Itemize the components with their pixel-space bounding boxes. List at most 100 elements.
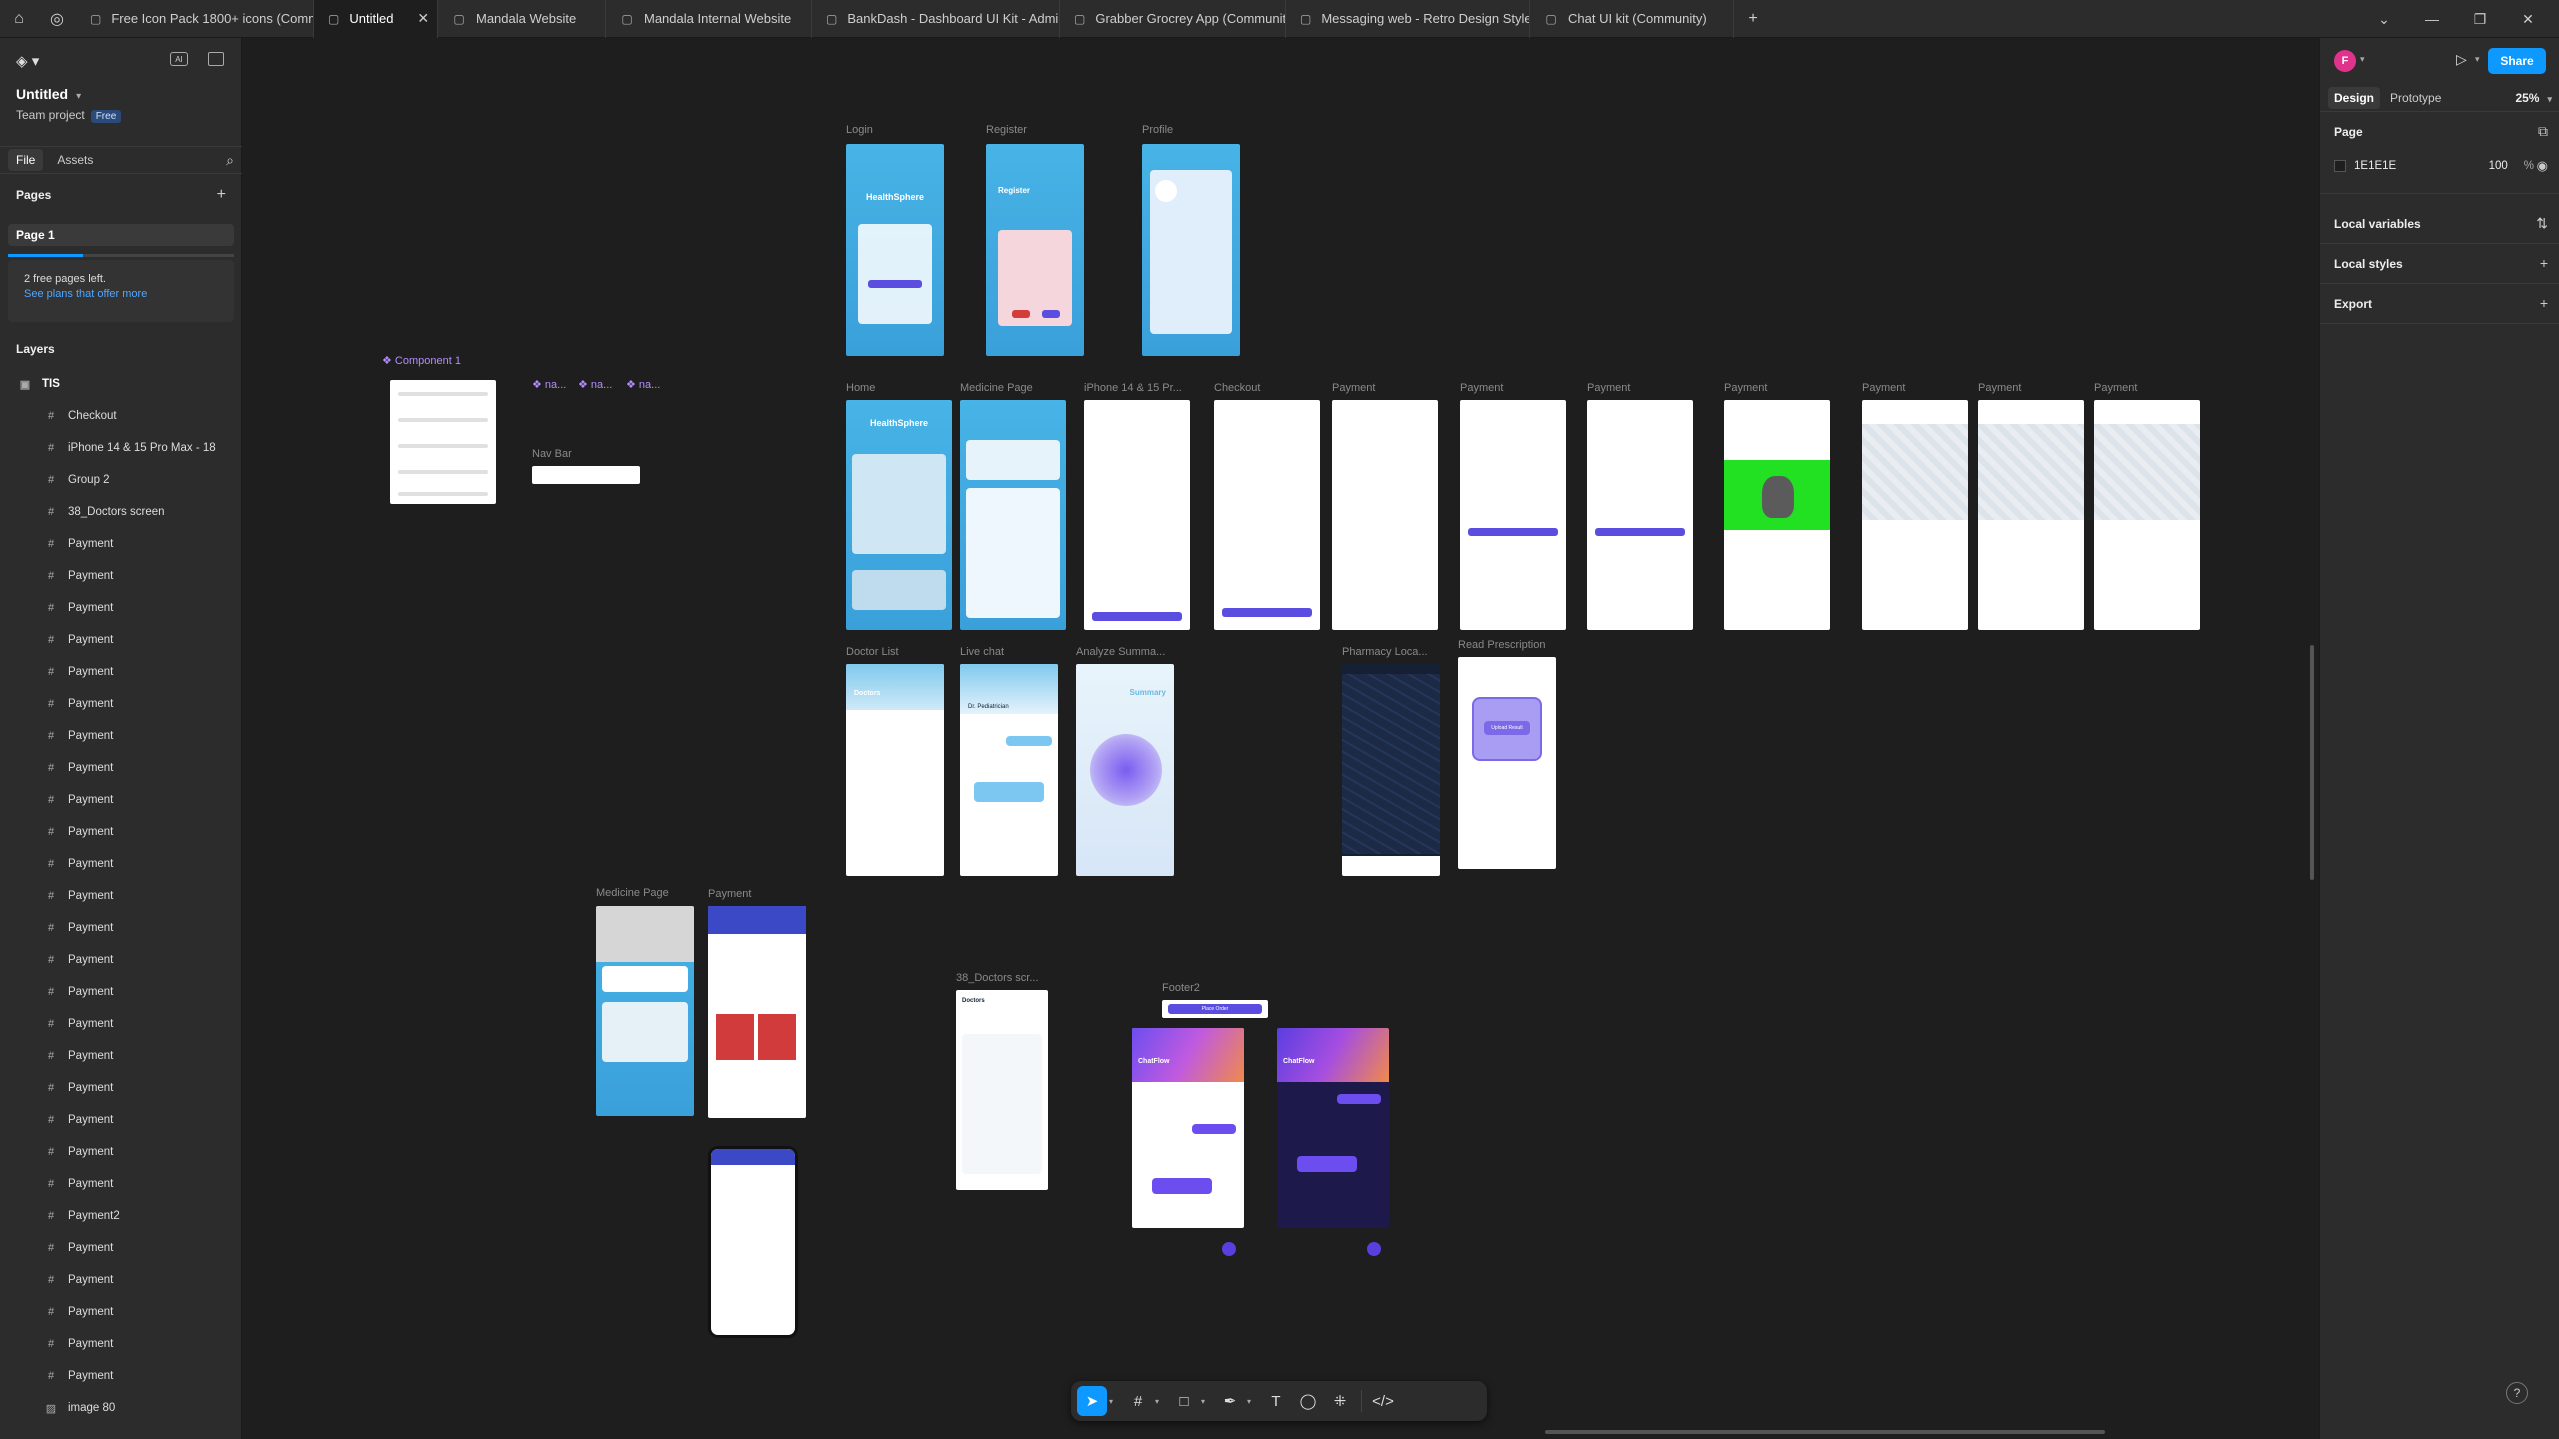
frame-label-na1[interactable]: ❖ na...: [532, 378, 566, 391]
frame-payment[interactable]: [1587, 400, 1693, 630]
frame-profile[interactable]: [1142, 144, 1240, 356]
layer-item[interactable]: # Payment: [0, 976, 242, 1008]
layer-item[interactable]: # Payment: [0, 816, 242, 848]
layer-item[interactable]: # Payment: [0, 1072, 242, 1104]
horizontal-scrollbar[interactable]: [1545, 1430, 2105, 1434]
frame-payment[interactable]: [1332, 400, 1438, 630]
layer-item[interactable]: # Checkout: [0, 400, 242, 432]
help-icon[interactable]: ?: [2506, 1382, 2528, 1404]
globe-icon[interactable]: ◎: [38, 0, 76, 38]
layer-item[interactable]: # Group 2: [0, 464, 242, 496]
layer-item[interactable]: #38_Doctors screen: [0, 496, 242, 528]
frame-label-component1[interactable]: ❖ Component 1: [382, 354, 461, 367]
frame-label-medicine[interactable]: Medicine Page: [960, 382, 1033, 394]
frame-chatflow-dark[interactable]: ChatFlow: [1277, 1028, 1389, 1228]
frame-payment-map[interactable]: [1978, 400, 2084, 630]
export-section[interactable]: Export +: [2320, 284, 2559, 324]
frame-label-home[interactable]: Home: [846, 382, 875, 394]
frame-doctors-screen[interactable]: Doctors: [956, 990, 1048, 1190]
eye-icon[interactable]: ◉: [2537, 158, 2548, 174]
frame-label-checkout[interactable]: Checkout: [1214, 382, 1260, 394]
move-tool-icon[interactable]: ➤: [1077, 1386, 1107, 1416]
frame-label-payment[interactable]: Payment: [1332, 382, 1375, 394]
frame-label-payment[interactable]: Payment: [1724, 382, 1767, 394]
frame-label-pharmacy[interactable]: Pharmacy Loca...: [1342, 646, 1428, 658]
minimize-icon[interactable]: —: [2408, 0, 2456, 38]
frame-iphone[interactable]: [1084, 400, 1190, 630]
see-plans-link[interactable]: See plans that offer more: [24, 288, 147, 300]
local-styles-section[interactable]: Local styles +: [2320, 244, 2559, 284]
zoom-control[interactable]: 25% ▾: [2515, 91, 2552, 105]
frame-label-navbar[interactable]: Nav Bar: [532, 448, 572, 460]
navbar-frame[interactable]: [532, 466, 640, 484]
frame-label-live-chat[interactable]: Live chat: [960, 646, 1004, 658]
frame-payment-cat[interactable]: [1724, 400, 1830, 630]
toggle-sidebar-icon[interactable]: [208, 52, 224, 66]
frame-payment-map[interactable]: [2094, 400, 2200, 630]
frame-read-prescription[interactable]: Upload Result: [1458, 657, 1556, 869]
chatflow-fab[interactable]: [1222, 1242, 1236, 1256]
layer-item[interactable]: # iPhone 14 & 15 Pro Max - 18: [0, 432, 242, 464]
page-opacity-value[interactable]: 100: [2489, 160, 2508, 172]
frame-label-doctors-screen[interactable]: 38_Doctors scr...: [956, 972, 1039, 984]
chevron-down-icon[interactable]: ▾: [1155, 1397, 1167, 1406]
tab-design[interactable]: Design: [2328, 86, 2381, 109]
comment-tool-icon[interactable]: ◯: [1293, 1386, 1323, 1416]
resources-tool-icon[interactable]: ⁜: [1325, 1386, 1355, 1416]
layer-item[interactable]: # Payment: [0, 560, 242, 592]
maximize-icon[interactable]: ❐: [2456, 0, 2504, 38]
frame-label-na2[interactable]: ❖ na...: [578, 378, 612, 391]
layer-item[interactable]: # Payment: [0, 912, 242, 944]
file-title[interactable]: Untitled ▾: [16, 86, 81, 102]
layer-item[interactable]: # Payment: [0, 944, 242, 976]
frame-analyze[interactable]: Summary: [1076, 664, 1174, 876]
chevron-down-icon[interactable]: ▾: [1247, 1397, 1259, 1406]
frame-label-register[interactable]: Register: [986, 124, 1027, 136]
page-settings-icon[interactable]: ⧉: [2538, 123, 2548, 140]
frame-home[interactable]: HealthSphere: [846, 400, 952, 630]
frame-chatflow-light[interactable]: ChatFlow: [1132, 1028, 1244, 1228]
chevron-down-icon[interactable]: ▾: [1201, 1397, 1213, 1406]
frame-label-payment[interactable]: Payment: [1862, 382, 1905, 394]
frame-doctor-list[interactable]: Doctors: [846, 664, 944, 876]
frame-payment2[interactable]: [708, 906, 806, 1118]
layer-item[interactable]: # Payment: [0, 848, 242, 880]
frame-label-payment[interactable]: Payment: [1587, 382, 1630, 394]
add-page-icon[interactable]: +: [217, 186, 226, 204]
chevron-down-icon[interactable]: ▾: [2360, 54, 2365, 65]
frame-label-analyze[interactable]: Analyze Summa...: [1076, 646, 1165, 658]
add-style-icon[interactable]: +: [2540, 255, 2548, 271]
dev-mode-icon[interactable]: </>: [1368, 1386, 1398, 1416]
chatflow-fab[interactable]: [1367, 1242, 1381, 1256]
layer-item[interactable]: # Payment: [0, 1264, 242, 1296]
canvas[interactable]: Login HealthSphere Register Register Pro…: [242, 38, 2319, 1439]
frame-register[interactable]: Register: [986, 144, 1084, 356]
tab-prototype[interactable]: Prototype: [2384, 87, 2447, 109]
present-play-icon[interactable]: ▷: [2456, 51, 2467, 68]
layer-item[interactable]: # Payment: [0, 1040, 242, 1072]
frame-login[interactable]: HealthSphere: [846, 144, 944, 356]
frame-label-iphone[interactable]: iPhone 14 & 15 Pr...: [1084, 382, 1182, 394]
frame-image80[interactable]: [708, 1146, 798, 1338]
text-tool-icon[interactable]: T: [1261, 1386, 1291, 1416]
layer-item[interactable]: # Payment: [0, 1296, 242, 1328]
share-button[interactable]: Share: [2488, 48, 2546, 74]
home-icon[interactable]: ⌂: [0, 0, 38, 38]
tab-file[interactable]: ▢ Chat UI kit (Community): [1530, 0, 1734, 38]
layer-item[interactable]: # Payment: [0, 1360, 242, 1392]
search-icon[interactable]: ⌕: [226, 152, 234, 169]
layer-item[interactable]: ▨ image 80: [0, 1392, 242, 1424]
tab-file[interactable]: ▢ BankDash - Dashboard UI Kit - Admin: [812, 0, 1060, 38]
frame-label-na3[interactable]: ❖ na...: [626, 378, 660, 391]
tab-file[interactable]: ▢ Free Icon Pack 1800+ icons (Commu: [76, 0, 314, 38]
tab-file-panel[interactable]: File: [8, 149, 44, 171]
tab-file[interactable]: ▢ Mandala Internal Website: [606, 0, 812, 38]
frame-label-footer2[interactable]: Footer2: [1162, 982, 1200, 994]
layer-item[interactable]: # Payment: [0, 656, 242, 688]
frame-label-payment[interactable]: Payment: [2094, 382, 2137, 394]
frame-checkout[interactable]: [1214, 400, 1320, 630]
layer-item[interactable]: # Payment: [0, 592, 242, 624]
frame-label-profile[interactable]: Profile: [1142, 124, 1173, 136]
frame-label-medicine2[interactable]: Medicine Page: [596, 887, 669, 899]
layer-root[interactable]: ▣ TIS: [0, 368, 242, 400]
